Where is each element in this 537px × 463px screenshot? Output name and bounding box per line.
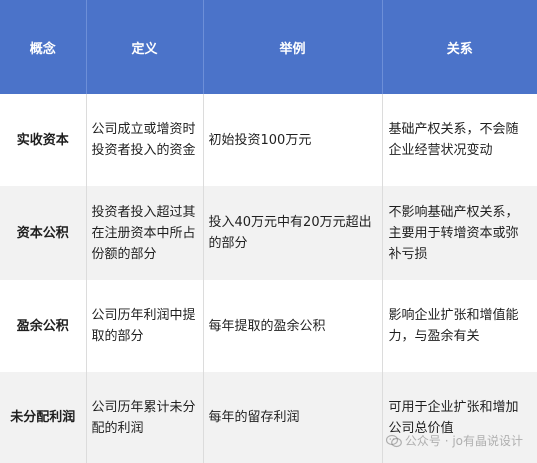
- header-relation: 关系: [382, 0, 537, 94]
- table-row: 未分配利润 公司历年累计未分配的利润 每年的留存利润 可用于企业扩张和增加公司总…: [0, 372, 537, 463]
- header-row: 概念 定义 举例 关系: [0, 0, 537, 94]
- table-row: 盈余公积 公司历年利润中提取的部分 每年提取的盈余公积 影响企业扩张和增值能力，…: [0, 280, 537, 372]
- definition-cell: 投资者投入超过其在注册资本中所占份额的部分: [86, 186, 204, 280]
- relation-cell: 不影响基础产权关系，主要用于转增资本或弥补亏损: [382, 186, 537, 280]
- relation-cell: 基础产权关系，不会随企业经营状况变动: [382, 94, 537, 186]
- concept-cell: 实收资本: [0, 94, 87, 186]
- example-cell: 每年的留存利润: [203, 372, 383, 463]
- example-cell: 每年提取的盈余公积: [203, 280, 383, 372]
- table-row: 资本公积 投资者投入超过其在注册资本中所占份额的部分 投入40万元中有20万元超…: [0, 186, 537, 280]
- relation-cell: 影响企业扩张和增值能力，与盈余有关: [382, 280, 537, 372]
- header-example: 举例: [203, 0, 383, 94]
- definition-cell: 公司历年累计未分配的利润: [86, 372, 204, 463]
- header-concept: 概念: [0, 0, 87, 94]
- concept-cell: 盈余公积: [0, 280, 87, 372]
- definition-cell: 公司成立或增资时投资者投入的资金: [86, 94, 204, 186]
- concept-table: 概念 定义 举例 关系 实收资本 公司成立或增资时投资者投入的资金 初始投资10…: [0, 0, 537, 463]
- concept-cell: 未分配利润: [0, 372, 87, 463]
- definition-cell: 公司历年利润中提取的部分: [86, 280, 204, 372]
- table-header: 概念 定义 举例 关系: [0, 0, 537, 94]
- example-cell: 初始投资100万元: [203, 94, 383, 186]
- header-definition: 定义: [86, 0, 204, 94]
- example-cell: 投入40万元中有20万元超出的部分: [203, 186, 383, 280]
- relation-cell: 可用于企业扩张和增加公司总价值: [382, 372, 537, 463]
- table-row: 实收资本 公司成立或增资时投资者投入的资金 初始投资100万元 基础产权关系，不…: [0, 94, 537, 186]
- concept-cell: 资本公积: [0, 186, 87, 280]
- table-body: 实收资本 公司成立或增资时投资者投入的资金 初始投资100万元 基础产权关系，不…: [0, 94, 537, 463]
